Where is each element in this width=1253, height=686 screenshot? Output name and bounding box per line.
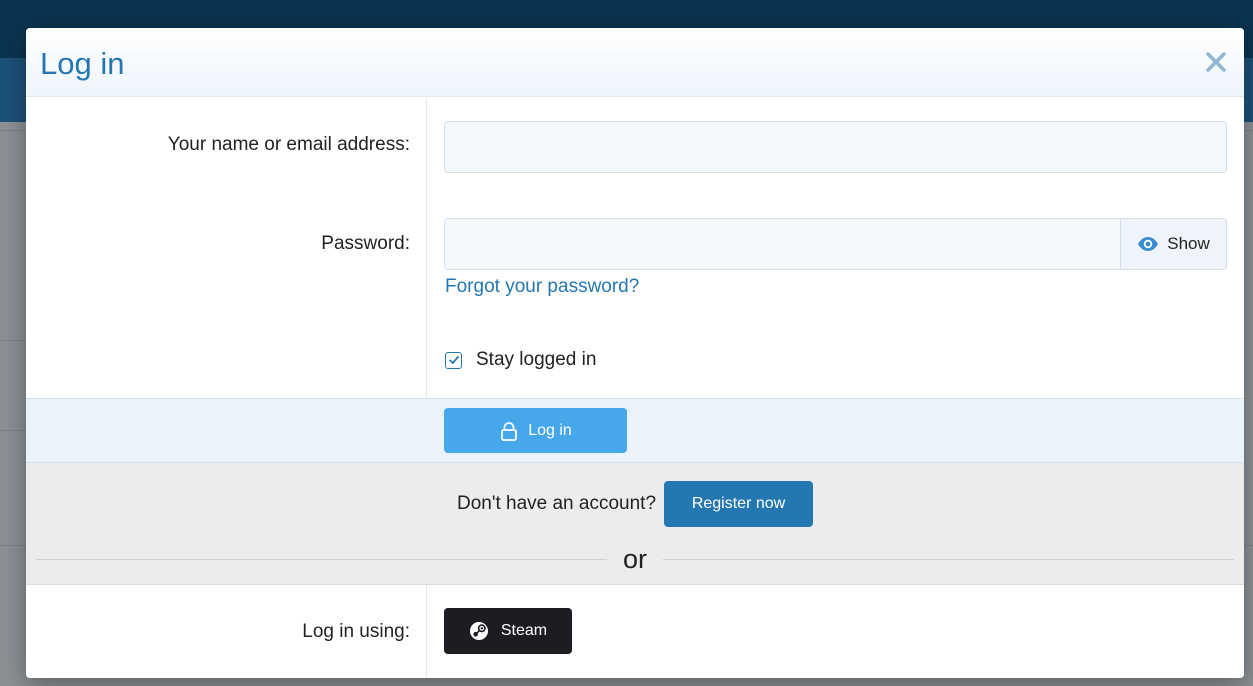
login-button-label: Log in bbox=[528, 421, 572, 439]
login-modal: Log in Your name or email address: Passw… bbox=[26, 28, 1244, 678]
register-section: Don't have an account? Register now or bbox=[26, 463, 1244, 585]
divider-line bbox=[663, 558, 1235, 560]
steam-login-button[interactable]: Steam bbox=[444, 608, 572, 654]
or-text: or bbox=[623, 543, 648, 574]
modal-header: Log in bbox=[26, 28, 1244, 97]
label-column: Your name or email address: Password: bbox=[26, 98, 427, 398]
stay-logged-in-option[interactable]: Stay logged in bbox=[445, 349, 596, 371]
social-login-label: Log in using: bbox=[302, 621, 410, 642]
background-divider bbox=[0, 545, 26, 546]
show-password-label: Show bbox=[1167, 234, 1210, 253]
modal-title: Log in bbox=[40, 46, 125, 81]
or-divider: or bbox=[36, 541, 1235, 577]
background-divider bbox=[0, 340, 26, 341]
steam-login-label: Steam bbox=[500, 622, 548, 639]
password-label: Password: bbox=[321, 233, 410, 254]
login-button[interactable]: Log in bbox=[444, 408, 627, 453]
login-form: Your name or email address: Password: Sh… bbox=[26, 98, 1244, 398]
password-field: Show bbox=[444, 218, 1227, 270]
stay-logged-in-label: Stay logged in bbox=[476, 349, 597, 370]
username-input[interactable] bbox=[444, 121, 1227, 173]
background-divider bbox=[1244, 545, 1253, 546]
username-label: Your name or email address: bbox=[167, 134, 410, 155]
lock-icon bbox=[501, 421, 518, 441]
background-divider bbox=[0, 430, 26, 431]
password-input[interactable] bbox=[444, 218, 1121, 270]
submit-row: Log in bbox=[26, 398, 1244, 463]
stay-logged-in-checkbox[interactable] bbox=[445, 351, 462, 369]
social-login-section: Log in using: Steam bbox=[26, 585, 1244, 678]
register-row: Don't have an account? Register now bbox=[26, 481, 1244, 527]
close-icon[interactable] bbox=[1202, 48, 1230, 76]
register-button[interactable]: Register now bbox=[664, 481, 814, 527]
background-divider bbox=[0, 130, 26, 131]
check-icon bbox=[448, 356, 459, 364]
show-password-button[interactable]: Show bbox=[1120, 218, 1227, 270]
eye-icon bbox=[1138, 237, 1159, 251]
social-label-column: Log in using: bbox=[26, 585, 427, 678]
forgot-password-link[interactable]: Forgot your password? bbox=[445, 276, 639, 298]
register-prompt: Don't have an account? bbox=[456, 493, 657, 514]
divider-line bbox=[36, 558, 607, 560]
steam-icon bbox=[469, 622, 488, 640]
